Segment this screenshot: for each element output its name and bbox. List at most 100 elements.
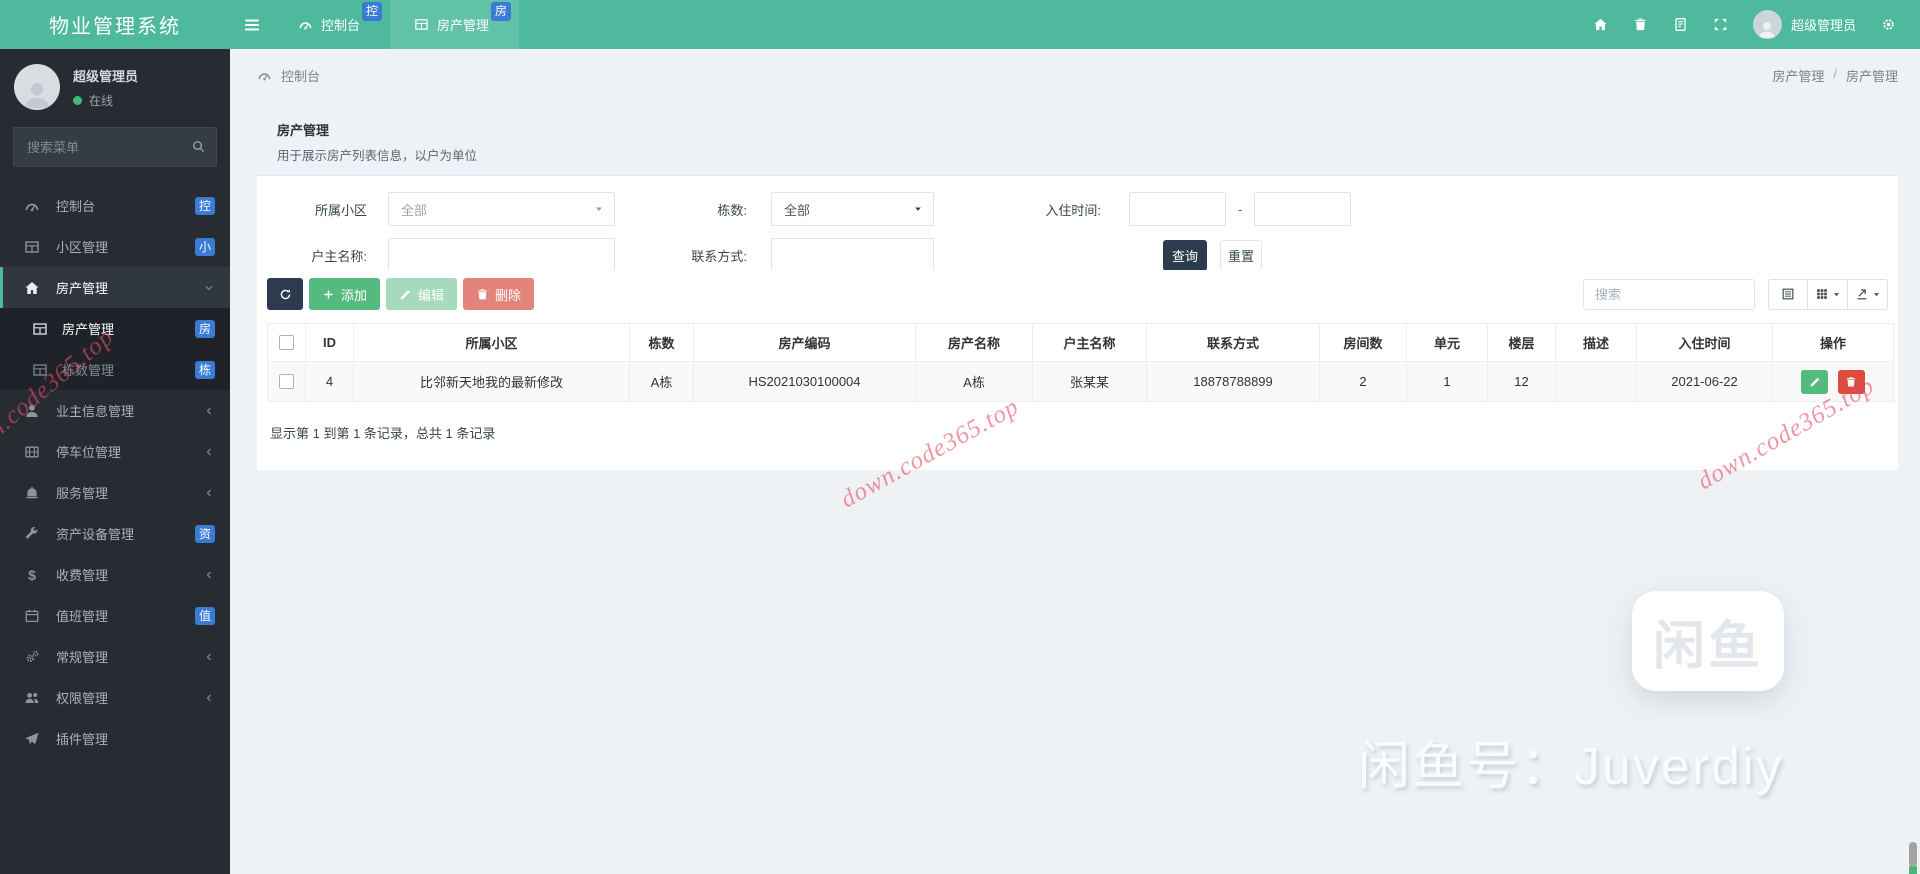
service-bell-icon	[24, 485, 40, 501]
sidebar-item-label: 值班管理	[56, 609, 109, 624]
home-button[interactable]	[1581, 0, 1621, 49]
checkin-end-input[interactable]	[1254, 192, 1352, 226]
col-rooms: 房间数	[1319, 323, 1407, 362]
sidebar-item-general[interactable]: 常规管理	[0, 636, 230, 677]
hamburger-icon	[243, 16, 261, 34]
filter-row-1: 所属小区 全部 栋数: 全部 入住时间: -	[257, 192, 1898, 226]
row-delete-button[interactable]	[1837, 369, 1865, 394]
user-icon	[24, 403, 40, 419]
add-button[interactable]: 添加	[309, 278, 381, 310]
sidebar-item-assets[interactable]: 资产设备管理 资	[0, 513, 230, 554]
sidebar-item-duty[interactable]: 值班管理 值	[0, 595, 230, 636]
cell-id: 4	[305, 361, 354, 402]
breadcrumb-item[interactable]: 房产管理	[1772, 66, 1824, 85]
select-all-cell	[267, 323, 306, 362]
trash-button[interactable]	[1621, 0, 1661, 49]
sidebar-toggle-button[interactable]	[230, 0, 274, 49]
table-icon	[32, 321, 48, 337]
building-label: 栋数:	[717, 202, 747, 218]
community-label: 所属小区	[314, 202, 367, 218]
pencil-icon	[399, 288, 412, 301]
query-button[interactable]: 查询	[1163, 239, 1207, 271]
breadcrumb-bar: 控制台 房产管理 / 房产管理	[230, 49, 1920, 102]
edit-button[interactable]: 编辑	[386, 278, 458, 310]
fullscreen-button[interactable]	[1701, 0, 1741, 49]
dashboard-icon	[298, 17, 313, 32]
export-button[interactable]	[1848, 278, 1888, 310]
community-select[interactable]: 全部	[388, 192, 615, 226]
toolbar-right	[1583, 278, 1888, 310]
menu-search-input[interactable]	[13, 127, 217, 167]
table-view-buttons	[1768, 278, 1888, 310]
breadcrumb: 房产管理 / 房产管理	[1772, 66, 1898, 85]
trash-icon	[1845, 376, 1857, 388]
tab-property-management[interactable]: 房产管理 房	[390, 0, 520, 49]
building-select[interactable]: 全部	[771, 192, 934, 226]
caret-down-icon	[1872, 290, 1881, 299]
dashboard-icon	[257, 68, 272, 83]
toggle-view-button[interactable]	[1768, 278, 1808, 310]
contact-input[interactable]	[771, 238, 934, 272]
dashboard-icon	[24, 198, 40, 214]
col-floor: 楼层	[1487, 323, 1556, 362]
pencil-icon	[1809, 376, 1821, 388]
settings-button[interactable]	[1868, 0, 1908, 49]
sidebar-item-fees[interactable]: $ 收费管理	[0, 554, 230, 595]
refresh-button[interactable]	[267, 278, 303, 310]
col-description: 描述	[1555, 323, 1637, 362]
sidebar-item-label: 栋数管理	[62, 363, 115, 378]
row-select-cell	[267, 361, 306, 402]
tab-dashboard[interactable]: 控制台 控	[274, 0, 390, 49]
sidebar-item-label: 业主信息管理	[56, 404, 135, 419]
breadcrumb-home[interactable]: 控制台	[257, 66, 320, 85]
owner-name-input[interactable]	[388, 238, 615, 272]
sidebar-subitem-property-mgmt[interactable]: 房产管理 房	[0, 308, 230, 349]
cell-rooms: 2	[1319, 361, 1407, 402]
add-button-label: 添加	[341, 287, 368, 303]
sidebar-item-label: 小区管理	[56, 240, 109, 255]
sidebar-item-dashboard[interactable]: 控制台 控	[0, 185, 230, 226]
sidebar-item-label: 服务管理	[56, 486, 109, 501]
cell-contact: 18878788899	[1146, 361, 1320, 402]
cell-floor: 12	[1487, 361, 1556, 402]
table-search-input[interactable]	[1583, 278, 1755, 310]
cell-checkin: 2021-06-22	[1636, 361, 1773, 402]
columns-button[interactable]	[1808, 278, 1848, 310]
chevron-left-icon	[203, 651, 215, 663]
delete-button[interactable]: 删除	[463, 278, 535, 310]
filter-row-2: 户主名称: 联系方式: 查询 重置	[257, 238, 1898, 272]
trash-icon	[476, 288, 489, 301]
row-checkbox[interactable]	[279, 374, 294, 389]
vertical-scrollbar-thumb[interactable]	[1909, 842, 1917, 867]
filter-panel: 房产管理 用于展示房产列表信息，以户为单位 所属小区 全部 栋数: 全部 入住时…	[257, 110, 1898, 286]
delete-button-label: 删除	[495, 287, 522, 303]
sidebar-item-badge: 值	[195, 606, 215, 625]
sidebar-item-badge: 控	[195, 196, 215, 215]
parking-icon	[24, 444, 40, 460]
date-range-separator: -	[1238, 201, 1243, 217]
sidebar-subitem-building-mgmt[interactable]: 栋数管理 栋	[0, 349, 230, 390]
table-row: 4 比邻新天地我的最新修改 A栋 HS2021030100004 A栋 张某某 …	[267, 361, 1894, 402]
clear-cache-button[interactable]	[1661, 0, 1701, 49]
sidebar-item-owner-info[interactable]: 业主信息管理	[0, 390, 230, 431]
user-menu[interactable]: 超级管理员	[1741, 10, 1868, 39]
select-all-checkbox[interactable]	[279, 335, 294, 350]
checkin-start-input[interactable]	[1129, 192, 1226, 226]
sidebar: 超级管理员 在线 控制台 控 小区管理 小 房产管理	[0, 49, 230, 874]
sidebar-item-property[interactable]: 房产管理	[0, 267, 230, 308]
row-edit-button[interactable]	[1801, 369, 1829, 394]
cell-name: A栋	[915, 361, 1033, 402]
refresh-icon	[279, 288, 292, 301]
sidebar-item-plugins[interactable]: 插件管理	[0, 718, 230, 759]
reset-button[interactable]: 重置	[1220, 239, 1262, 271]
sidebar-item-parking[interactable]: 停车位管理	[0, 431, 230, 472]
chevron-left-icon	[203, 487, 215, 499]
person-icon	[21, 78, 53, 110]
cell-code: HS2021030100004	[693, 361, 916, 402]
sidebar-item-community[interactable]: 小区管理 小	[0, 226, 230, 267]
file-icon	[1673, 17, 1688, 32]
sidebar-item-permissions[interactable]: 权限管理	[0, 677, 230, 718]
property-submenu: 房产管理 房 栋数管理 栋	[0, 308, 230, 390]
avatar	[1752, 10, 1782, 39]
sidebar-item-service[interactable]: 服务管理	[0, 472, 230, 513]
